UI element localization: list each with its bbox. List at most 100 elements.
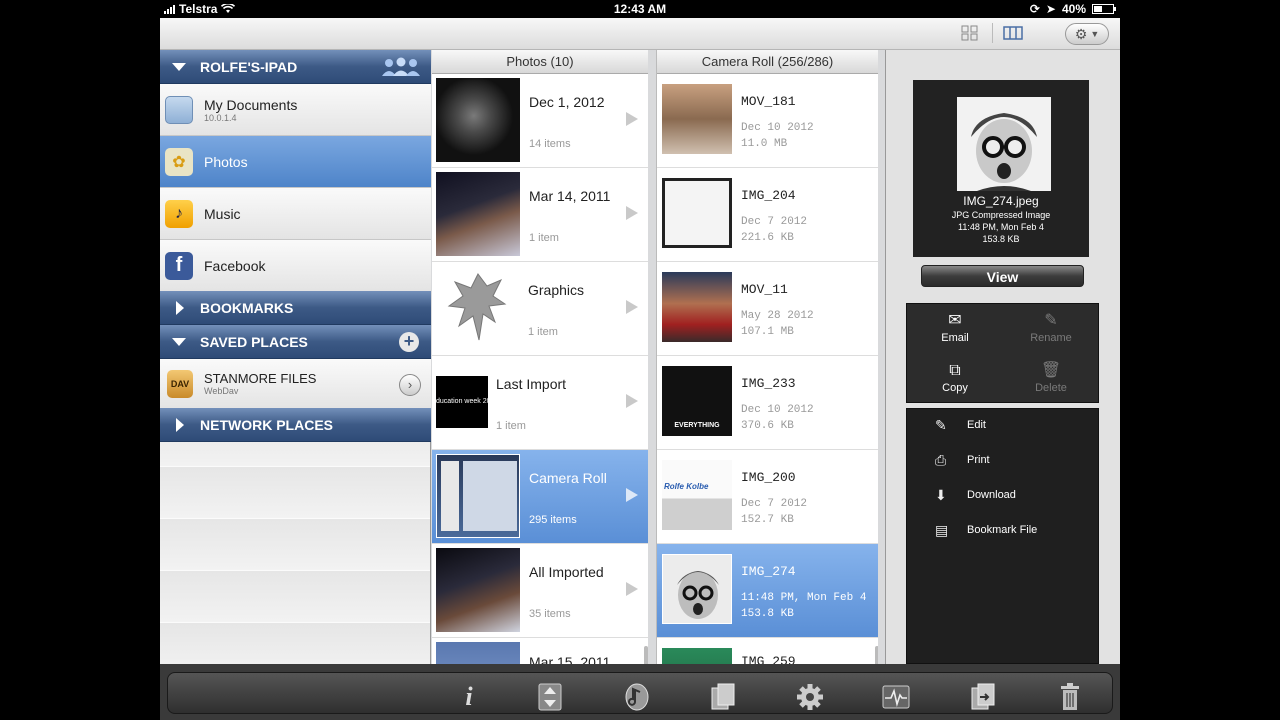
album-count: 14 items [529,138,571,150]
chevron-right-icon [626,488,638,502]
file-name: IMG_200 [741,470,796,485]
copy-action[interactable]: ⧉ Copy [907,354,1003,404]
file-row[interactable]: Rolfe Kolbe IMG_200 Dec 7 2012 152.7 KB [657,450,878,544]
chevron-right-icon [626,394,638,408]
album-thumbnail [436,78,520,162]
menu-item-label: Edit [967,419,986,431]
album-count: 35 items [529,608,571,620]
network-places-label: NETWORK PLACES [200,416,333,433]
trash-icon[interactable] [1056,683,1084,711]
album-count: 1 item [496,420,526,432]
file-row[interactable]: MOV_11 May 28 2012 107.1 MB [657,262,878,356]
bookmarks-header[interactable]: BOOKMARKS [160,291,431,325]
action-grid: ✉ Email ✎ Rename ⧉ Copy 🗑 Delete [906,303,1099,403]
album-row[interactable]: Dec 1, 2012 14 items [432,74,648,168]
saved-places-header[interactable]: SAVED PLACES + [160,325,431,359]
album-row[interactable]: ducation week 20 Last Import 1 item [432,356,648,450]
network-places-header[interactable]: NETWORK PLACES [160,408,431,442]
grid-view-icon[interactable] [960,24,980,42]
file-date: 11:48 PM, Mon Feb 4 [741,592,867,604]
file-name: IMG_274 [741,564,796,579]
bookmark-file-icon: ▤ [935,521,949,538]
album-row[interactable]: Mar 15, 2011 [432,638,648,664]
file-thumbnail: EVERYTHING [662,366,732,436]
file-row[interactable]: IMG_259 [657,638,878,664]
expand-triangle-icon [176,417,184,432]
users-icon[interactable] [379,56,423,78]
album-row[interactable]: Mar 14, 2011 1 item [432,168,648,262]
menu-item-print[interactable]: ⎙ Print [935,449,1095,471]
device-header[interactable]: ROLFE'S-IPAD [160,50,431,84]
photos-column: Photos (10) Dec 1, 2012 14 items Mar 14,… [432,50,648,664]
album-name: Graphics [528,282,585,298]
preview-image[interactable] [957,97,1051,191]
preview-file-name: IMG_274.jpeg [963,194,1039,208]
detail-panel: IMG_274.jpeg JPG Compressed Image 11:48 … [885,50,1120,664]
battery-icon [1092,4,1116,14]
file-row-selected[interactable]: IMG_274 11:48 PM, Mon Feb 4 153.8 KB [657,544,878,638]
collapse-triangle-icon [172,337,186,346]
sidebar-item-photos[interactable]: ✿ Photos [160,136,431,188]
menu-item-edit[interactable]: ✎ Edit [935,414,1095,436]
file-row[interactable]: MOV_181 Dec 10 2012 11.0 MB [657,74,878,168]
file-thumbnail [662,84,732,154]
camera-roll-column: Camera Roll (256/286) MOV_181 Dec 10 201… [656,50,878,664]
scrollbar[interactable] [875,646,878,664]
music-icon[interactable] [623,683,651,711]
saved-place-label: STANMORE FILES [204,371,317,386]
album-count: 1 item [529,232,559,244]
sidebar-item-facebook[interactable]: f Facebook [160,240,431,292]
rotation-lock-icon: ⟳ [1029,2,1040,16]
album-row-selected[interactable]: Camera Roll 295 items [432,450,648,544]
sidebar-item-label: Music [204,205,241,222]
battery-percent: 40% [1061,2,1086,16]
add-place-icon[interactable]: + [399,332,419,352]
file-date: Dec 10 2012 [741,404,814,416]
sort-icon[interactable] [536,683,564,711]
album-row[interactable]: Graphics 1 item [432,262,648,356]
preview-file-date: 11:48 PM, Mon Feb 4 [958,222,1044,232]
view-button[interactable]: View [921,265,1084,287]
delete-action[interactable]: 🗑 Delete [1003,354,1099,404]
music-note-icon: ♪ [165,199,193,228]
album-row[interactable]: All Imported 35 items [432,544,648,638]
file-size: 153.8 KB [741,608,794,620]
facebook-icon: f [165,251,193,280]
settings-icon[interactable] [796,683,824,711]
sidebar-item-label: My Documents [204,96,298,113]
rename-action[interactable]: ✎ Rename [1003,304,1099,354]
detail-disclosure-icon[interactable]: › [399,374,421,396]
sidebar-item-music[interactable]: ♪ Music [160,188,431,240]
email-action[interactable]: ✉ Email [907,304,1003,354]
settings-menu-button[interactable]: ⚙ ▼ [1065,23,1109,45]
menu-item-download[interactable]: ⬇ Download [935,484,1095,506]
sidebar-item-my-documents[interactable]: My Documents 10.0.1.4 [160,84,431,136]
file-menu: ✎ Edit ⎙ Print ⬇ Download ▤ Bookmark Fil… [906,408,1099,664]
toolbar-divider [992,23,993,43]
printer-icon: ⎙ [935,451,947,468]
edit-icon: ✎ [935,416,947,433]
copy-icon: ⧉ [949,362,961,379]
status-bar: Telstra 12:43 AM ⟳ ➤ 40% [160,0,1120,18]
delete-label: Delete [1035,382,1067,394]
file-row[interactable]: IMG_204 Dec 7 2012 221.6 KB [657,168,878,262]
album-name: Mar 14, 2011 [529,188,611,204]
copy-icon[interactable] [709,683,737,711]
album-count: 1 item [528,326,558,338]
transfer-icon[interactable] [969,683,997,711]
info-icon[interactable]: i [455,683,483,711]
album-thumbnail [436,642,520,664]
scrollbar[interactable] [644,646,648,664]
file-thumbnail: Rolfe Kolbe [662,460,732,530]
file-date: Dec 7 2012 [741,498,808,510]
trash-icon: 🗑 [1040,362,1062,379]
menu-item-bookmark-file[interactable]: ▤ Bookmark File [935,519,1095,541]
file-name: IMG_233 [741,376,796,391]
saved-place-stanmore[interactable]: DAV STANMORE FILES WebDav › [160,359,431,409]
file-name: IMG_204 [741,188,796,203]
activity-icon[interactable] [882,683,910,711]
folder-icon [165,95,193,124]
file-size: 370.6 KB [741,420,794,432]
file-row[interactable]: EVERYTHING IMG_233 Dec 10 2012 370.6 KB [657,356,878,450]
column-view-icon[interactable] [1003,24,1023,42]
